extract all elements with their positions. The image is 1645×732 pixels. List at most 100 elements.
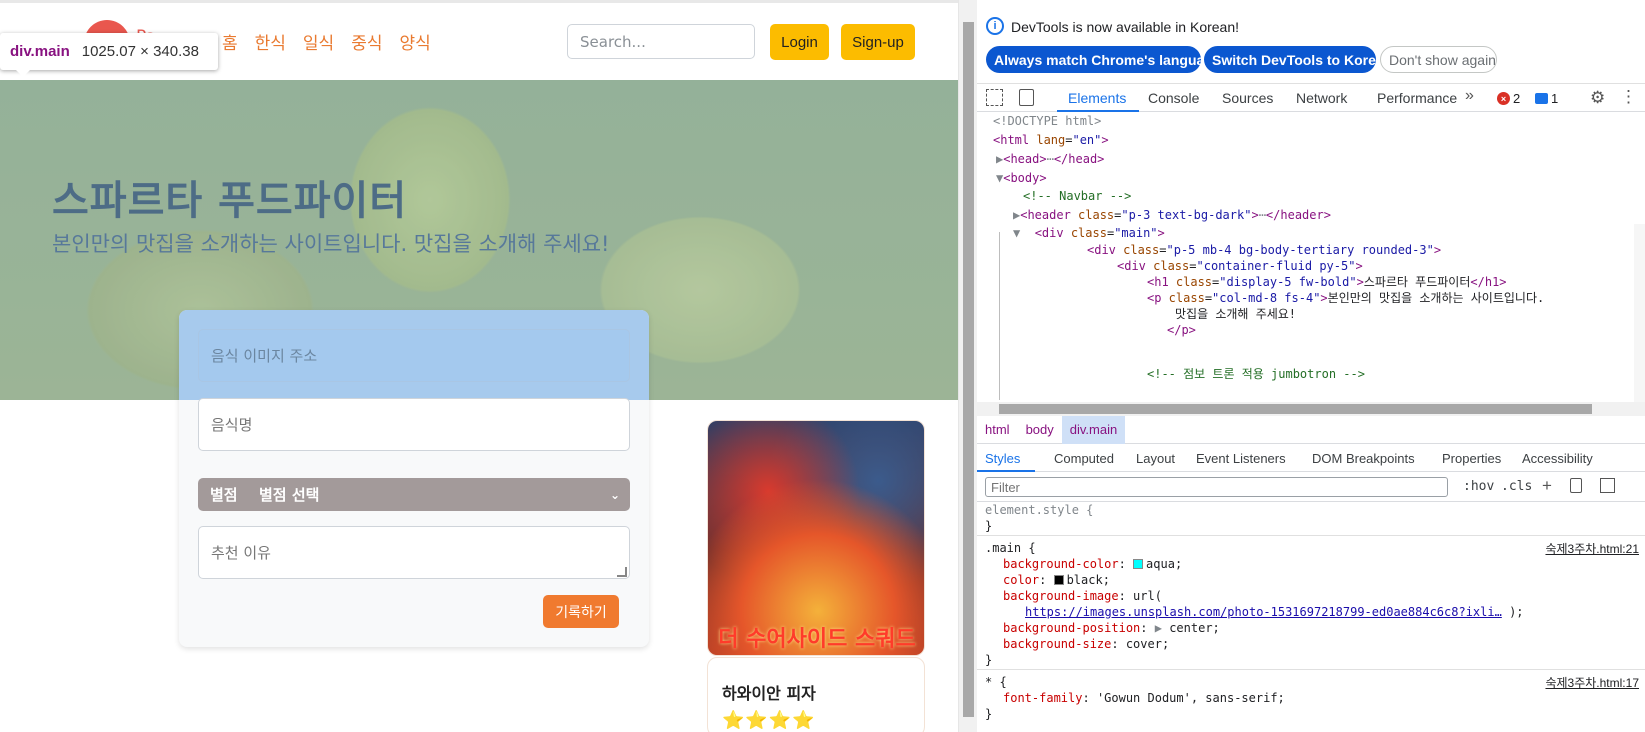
css-prop-background-position[interactable]: background-position: ▶ center; [1003, 620, 1220, 636]
hero-title: 스파르타 푸드파이터 [52, 178, 408, 224]
nav-item-japanese[interactable]: 일식 [303, 29, 334, 54]
error-icon: × [1497, 92, 1510, 105]
tab-layout[interactable]: Layout [1136, 451, 1175, 466]
universal-rule-selector[interactable]: * { [985, 674, 1007, 690]
tab-properties[interactable]: Properties [1442, 451, 1501, 466]
styles-filter-row: :hov .cls + [977, 472, 1645, 502]
save-record-button[interactable]: 기록하기 [543, 595, 619, 628]
rule-close-brace: } [985, 653, 993, 667]
dom-vertical-scrollbar[interactable] [1634, 224, 1645, 402]
rule-close-brace: } [985, 519, 993, 533]
error-count: 2 [1513, 91, 1521, 106]
element-style-selector[interactable]: element.style { [985, 502, 1093, 518]
page-scrollbar[interactable] [958, 0, 977, 732]
food-card-image[interactable]: 더 수어사이드 스쿼드 [707, 420, 925, 656]
hero-description: 본인만의 맛집을 소개하는 사이트입니다. 맛집을 소개해 주세요! [52, 232, 610, 256]
rating-select[interactable]: 별점 별점 선택 ⌄ [198, 478, 630, 511]
nav-item-home[interactable]: 홈 [222, 29, 238, 54]
login-button[interactable]: Login [770, 24, 829, 60]
css-background-url[interactable]: https://images.unsplash.com/photo-153169… [1025, 604, 1524, 620]
tab-network[interactable]: Network [1296, 90, 1347, 106]
collapse-arrow-icon[interactable]: ▼ [1013, 226, 1020, 240]
resize-handle-icon[interactable] [617, 567, 627, 577]
breadcrumb-html[interactable]: html [977, 416, 1018, 444]
class-toggle-button[interactable]: .cls [1501, 479, 1532, 494]
page-viewport: BK Pa 홈 한식 일식 중식 양식 Login Sign-up div.ma… [0, 0, 958, 732]
device-toolbar-icon[interactable] [1019, 89, 1034, 106]
rule-divider [977, 535, 1645, 536]
nav-item-korean[interactable]: 한식 [255, 29, 286, 54]
css-prop-background-image[interactable]: background-image: url( [1003, 588, 1162, 604]
signup-button[interactable]: Sign-up [841, 24, 915, 60]
styles-subtabs: Styles Computed Layout Event Listeners D… [977, 444, 1645, 472]
dont-show-again-button[interactable]: Don't show again [1380, 46, 1497, 73]
search-input[interactable] [567, 24, 755, 59]
chevron-down-icon: ⌄ [609, 487, 621, 502]
dom-html-node[interactable]: <html lang="en"> [993, 131, 1109, 150]
tab-event-listeners[interactable]: Event Listeners [1196, 451, 1286, 466]
food-card-body: 하와이안 피자 ⭐⭐⭐⭐ [707, 657, 925, 732]
message-icon [1535, 93, 1548, 104]
tab-computed[interactable]: Computed [1054, 451, 1114, 466]
tab-accessibility[interactable]: Accessibility [1522, 451, 1593, 466]
more-tabs-icon[interactable]: » [1465, 87, 1474, 105]
dom-header-node[interactable]: ▶<header class="p-3 text-bg-dark">⋯</hea… [1013, 206, 1331, 225]
poster-title-text: 더 수어사이드 스쿼드 [718, 627, 916, 652]
switch-language-button[interactable]: Switch DevTools to Korean [1204, 46, 1392, 73]
dom-hscroll-thumb[interactable] [999, 404, 1592, 414]
gear-icon[interactable]: ⚙ [1590, 88, 1605, 108]
tab-sources[interactable]: Sources [1222, 90, 1273, 106]
match-language-button[interactable]: Always match Chrome's language [986, 46, 1221, 73]
food-image-url-input[interactable]: 음식 이미지 주소 [198, 329, 630, 382]
rule-divider [977, 669, 1645, 670]
nav-item-western[interactable]: 양식 [399, 29, 430, 54]
new-rule-plus-icon[interactable]: + [1542, 476, 1552, 496]
error-count-badge[interactable]: × 2 [1497, 91, 1520, 106]
tab-console[interactable]: Console [1148, 90, 1199, 106]
dom-comment-navbar[interactable]: <!-- Navbar --> [1023, 187, 1131, 206]
food-card-title: 하와이안 피자 [722, 684, 816, 703]
color-swatch-aqua[interactable] [1133, 559, 1144, 569]
nav-item-chinese[interactable]: 중식 [351, 29, 382, 54]
breadcrumb-div-main[interactable]: div.main [1061, 415, 1126, 444]
sidebar-toggle-icon[interactable] [1600, 478, 1615, 493]
universal-rule-source-link[interactable]: 숙제3주차.html:17 [1545, 674, 1639, 691]
rating-select-value: 별점 선택 [259, 486, 320, 504]
message-count-badge[interactable]: 1 [1535, 91, 1558, 106]
tab-performance[interactable]: Performance [1377, 90, 1457, 106]
banner-message: DevTools is now available in Korean! [1011, 19, 1240, 35]
css-prop-background-size[interactable]: background-size: cover; [1003, 636, 1169, 652]
ellipsis-icon[interactable]: ⋯ [1259, 208, 1266, 222]
kebab-menu-icon[interactable]: ⋮ [1620, 87, 1637, 107]
food-name-input[interactable]: 음식명 [198, 398, 630, 451]
dom-comment-jumbotron[interactable]: <!-- 점보 트론 적용 jumbotron --> [1147, 365, 1365, 384]
devtools-toolbar: Elements Console Sources Network Perform… [977, 84, 1645, 112]
tab-styles[interactable]: Styles [985, 451, 1020, 466]
css-prop-background-color[interactable]: background-color: aqua; [1003, 556, 1182, 572]
paint-brush-icon[interactable] [1570, 478, 1582, 493]
expand-arrow-icon[interactable]: ▶ [1155, 621, 1162, 635]
main-rule-source-link[interactable]: 숙제3주차.html:21 [1545, 540, 1639, 557]
tab-dom-breakpoints[interactable]: DOM Breakpoints [1312, 451, 1415, 466]
dom-body-node[interactable]: ▼<body> [996, 169, 1047, 188]
breadcrumb-body[interactable]: body [1018, 416, 1062, 444]
dom-doctype[interactable]: <!DOCTYPE html> [993, 112, 1101, 131]
color-swatch-black[interactable] [1053, 575, 1064, 585]
recommend-reason-textarea[interactable]: 추천 이유 [198, 526, 630, 579]
dom-head-node[interactable]: ▶<head>⋯</head> [996, 150, 1104, 169]
ellipsis-icon[interactable]: ⋯ [1047, 152, 1054, 166]
css-prop-color[interactable]: color: black; [1003, 572, 1110, 588]
breadcrumb: html body div.main [977, 415, 1645, 444]
page-scrollbar-thumb[interactable] [963, 22, 974, 717]
info-icon: i [986, 17, 1004, 35]
main-rule-selector[interactable]: .main { [985, 540, 1036, 556]
styles-filter-input[interactable] [985, 477, 1448, 497]
tooltip-dimensions: 1025.07 × 340.38 [81, 43, 199, 60]
hover-state-button[interactable]: :hov [1463, 479, 1494, 494]
dom-horizontal-scrollbar[interactable] [977, 402, 1645, 416]
message-count: 1 [1551, 91, 1559, 106]
dom-p-close[interactable]: </p> [1167, 321, 1196, 340]
element-picker-icon[interactable] [986, 89, 1003, 106]
tab-elements[interactable]: Elements [1068, 90, 1126, 106]
css-prop-font-family[interactable]: font-family: 'Gowun Dodum', sans-serif; [1003, 690, 1285, 706]
